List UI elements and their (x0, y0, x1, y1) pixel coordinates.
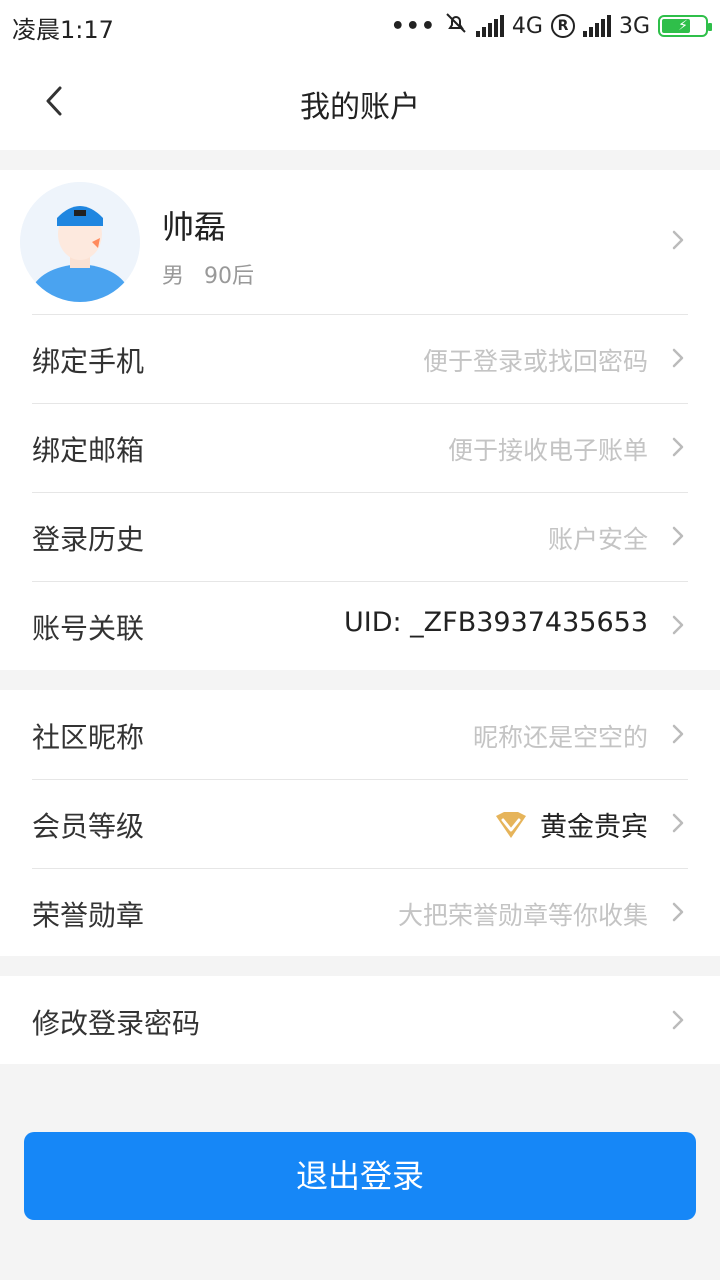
member-level-text: 黄金贵宾 (540, 812, 648, 843)
row-member-level[interactable]: 会员等级 黄金贵宾 (0, 779, 720, 868)
network-type-4g: 4G (511, 13, 543, 39)
divider (32, 868, 688, 869)
community-section: 社区昵称 昵称还是空空的 会员等级 黄金贵宾 荣誉勋章 大把荣誉勋章等你收集 (0, 690, 720, 956)
row-bind-phone[interactable]: 绑定手机 便于登录或找回密码 (0, 314, 720, 403)
more-dots-icon: ••• (390, 13, 436, 39)
signal-icon-2 (582, 15, 611, 37)
row-label: 绑定邮箱 (32, 434, 145, 467)
chevron-right-icon (670, 722, 686, 746)
row-label: 登录历史 (32, 523, 145, 556)
status-icons: ••• 4G R 3G ⚡ (390, 10, 712, 42)
divider (32, 492, 688, 493)
row-label: 会员等级 (32, 810, 145, 843)
row-value: 便于接收电子账单 (447, 436, 648, 465)
row-login-history[interactable]: 登录历史 账户安全 (0, 492, 720, 581)
chevron-right-icon (670, 524, 686, 548)
row-label: 绑定手机 (32, 345, 145, 378)
nav-bar: 我的账户 (0, 52, 720, 150)
row-bind-email[interactable]: 绑定邮箱 便于接收电子账单 (0, 403, 720, 492)
row-honor-medals[interactable]: 荣誉勋章 大把荣誉勋章等你收集 (0, 868, 720, 957)
profile-row[interactable]: 帅磊 男 90后 (0, 170, 720, 314)
row-label: 社区昵称 (32, 721, 145, 754)
profile-name: 帅磊 (162, 208, 227, 246)
divider (32, 314, 688, 315)
profile-gender: 男 (162, 264, 185, 289)
avatar (20, 182, 140, 302)
signal-icon (475, 15, 504, 37)
chevron-right-icon (670, 613, 686, 637)
gold-badge-icon (496, 811, 526, 838)
divider (32, 403, 688, 404)
mute-bell-icon (444, 11, 468, 41)
chevron-right-icon (670, 900, 686, 924)
chevron-right-icon (670, 346, 686, 370)
chevron-right-icon (670, 1008, 686, 1032)
status-bar: 凌晨1:17 ••• 4G R 3G ⚡ (0, 0, 720, 52)
row-value: 账户安全 (547, 525, 648, 554)
chevron-right-icon (670, 811, 686, 835)
profile-age-group: 90后 (204, 264, 255, 289)
row-label: 修改登录密码 (32, 1007, 201, 1040)
security-section: 修改登录密码 (0, 976, 720, 1064)
row-label: 荣誉勋章 (32, 899, 145, 932)
member-level-value: 黄金贵宾 (494, 805, 648, 844)
row-label: 账号关联 (32, 612, 145, 645)
chevron-right-icon (670, 228, 686, 252)
battery-icon: ⚡ (658, 15, 712, 37)
page-title: 我的账户 (300, 90, 420, 125)
divider (32, 779, 688, 780)
row-change-password[interactable]: 修改登录密码 (0, 976, 720, 1065)
account-info-section: 帅磊 男 90后 绑定手机 便于登录或找回密码 绑定邮箱 便于接收电子账单 登录… (0, 170, 720, 670)
logout-button[interactable]: 退出登录 (24, 1132, 696, 1220)
divider (32, 581, 688, 582)
chevron-right-icon (670, 435, 686, 459)
roaming-icon: R (550, 14, 575, 38)
row-value: 大把荣誉勋章等你收集 (397, 901, 648, 930)
row-nickname[interactable]: 社区昵称 昵称还是空空的 (0, 690, 720, 779)
uid-value: UID: _ZFB3937435653 (343, 607, 648, 638)
profile-meta: 男 90后 (162, 258, 254, 290)
status-time: 凌晨1:17 (12, 16, 114, 44)
row-value: 昵称还是空空的 (472, 723, 648, 752)
row-account-link[interactable]: 账号关联 UID: _ZFB3937435653 (0, 581, 720, 670)
network-type-3g: 3G (618, 13, 650, 39)
row-value: 便于登录或找回密码 (422, 347, 648, 376)
